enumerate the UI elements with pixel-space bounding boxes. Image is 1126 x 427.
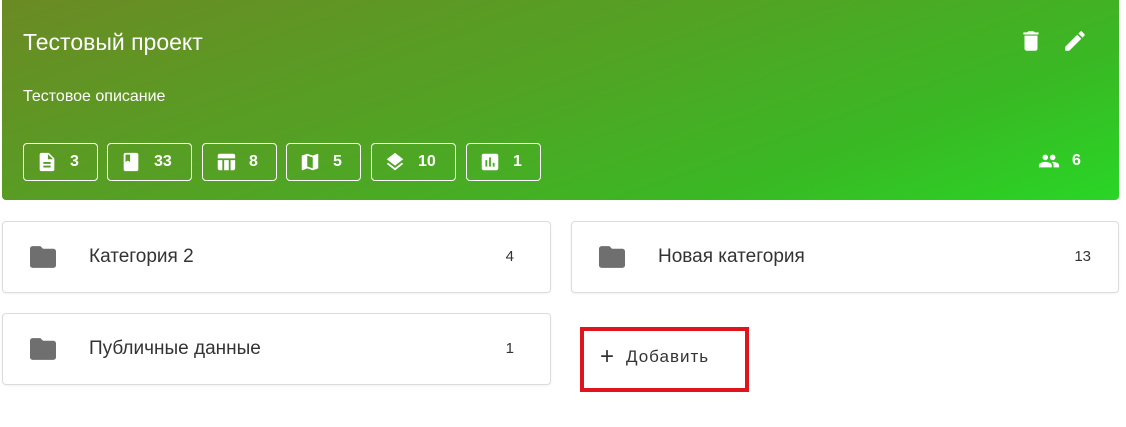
stat-count: 8 xyxy=(249,153,258,170)
document-icon xyxy=(39,152,55,172)
bookmark-book-icon xyxy=(123,152,139,172)
category-name: Категория 2 xyxy=(89,246,194,267)
trash-icon[interactable] xyxy=(1018,28,1044,54)
plus-icon: + xyxy=(600,343,615,370)
category-name: Новая категория xyxy=(658,246,805,267)
category-count: 1 xyxy=(505,340,514,357)
map-icon xyxy=(301,153,319,171)
stat-count: 1 xyxy=(513,153,522,170)
stat-count: 33 xyxy=(154,153,172,170)
layers-icon xyxy=(386,152,404,171)
stat-layers[interactable]: 10 xyxy=(371,143,456,181)
highlight-frame: + Добавить xyxy=(580,327,749,392)
folder-icon xyxy=(599,246,625,268)
project-members[interactable]: 6 xyxy=(1038,150,1081,172)
add-category-button[interactable]: + Добавить xyxy=(600,345,709,369)
category-card[interactable]: Новая категория 13 xyxy=(571,221,1119,293)
pencil-icon[interactable] xyxy=(1062,28,1088,54)
category-count: 4 xyxy=(505,248,514,265)
table-icon xyxy=(217,153,236,171)
stat-documents[interactable]: 3 xyxy=(23,143,98,181)
stat-count: 5 xyxy=(333,153,342,170)
category-count: 13 xyxy=(1074,248,1091,265)
folder-icon xyxy=(30,246,56,268)
project-description: Тестовое описание xyxy=(23,88,166,105)
stat-count: 3 xyxy=(70,153,79,170)
stat-books[interactable]: 33 xyxy=(107,143,192,181)
people-icon xyxy=(1038,154,1060,168)
stat-tables[interactable]: 8 xyxy=(202,143,277,181)
members-count: 6 xyxy=(1072,152,1081,169)
project-title: Тестовый проект xyxy=(23,29,203,55)
category-card[interactable]: Категория 2 4 xyxy=(2,221,551,293)
stat-maps[interactable]: 5 xyxy=(286,143,361,181)
add-button-label: Добавить xyxy=(626,347,710,366)
project-header: Тестовый проект Тестовое описание 3 33 8… xyxy=(2,0,1119,200)
bar-chart-icon xyxy=(481,153,499,171)
category-card[interactable]: Публичные данные 1 xyxy=(2,313,551,385)
stat-count: 10 xyxy=(418,153,436,170)
category-name: Публичные данные xyxy=(89,338,261,359)
folder-icon xyxy=(30,338,56,360)
stat-charts[interactable]: 1 xyxy=(466,143,541,181)
